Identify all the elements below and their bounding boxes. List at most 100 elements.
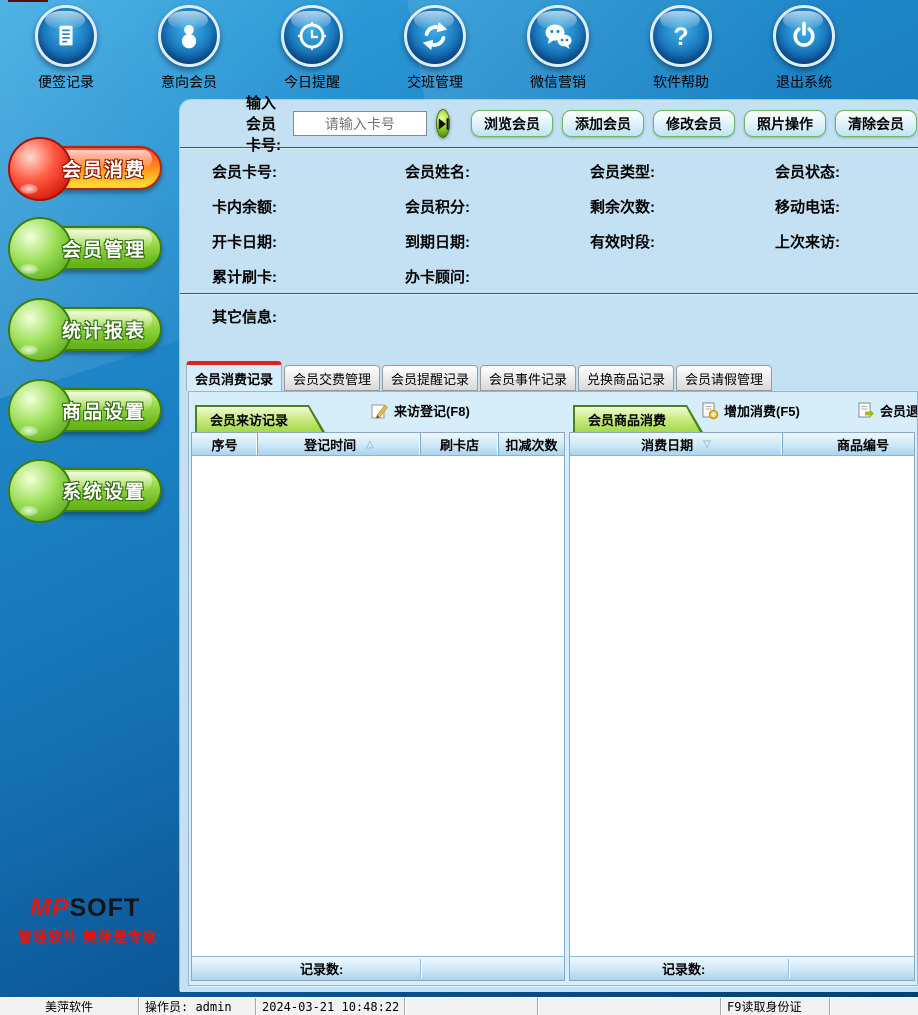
consume-table-body[interactable]: [570, 456, 914, 956]
logo-mp: MP: [30, 894, 70, 922]
column-swipe-store[interactable]: 刷卡店: [421, 433, 499, 455]
top-toolbar: 便签记录 意向会员 今日提醒 交班管理 微信营销 ? 软件帮助 退出系统: [10, 5, 860, 92]
wechat-icon: [527, 5, 589, 67]
toolbar-label: 软件帮助: [653, 72, 709, 92]
member-search-row: 输入会员卡号: 浏览会员 添加会员 修改会员 照片操作 清除会员: [180, 100, 918, 148]
record-count-label: 记录数:: [662, 959, 705, 978]
toolbar-item-prospect-members[interactable]: 意向会员: [133, 5, 245, 92]
status-bar: 美萍软件 操作员: admin 2024-03-21 10:48:22 F9读取…: [0, 997, 918, 1015]
tab-member-consume-records[interactable]: 会员消费记录: [186, 361, 282, 391]
visit-register-button[interactable]: 来访登记(F8): [371, 401, 470, 420]
field-open-date: 开卡日期:: [212, 231, 405, 252]
field-member-name: 会员姓名:: [405, 161, 590, 182]
footer-divider: [420, 959, 421, 978]
member-info-grid: 会员卡号: 会员姓名: 会员类型: 会员状态: 卡内余额: 会员积分: 剩余次数…: [212, 154, 918, 294]
status-read-id-hint: F9读取身份证: [721, 998, 830, 1015]
edit-member-button[interactable]: 修改会员: [653, 110, 735, 137]
visit-table-body[interactable]: [192, 456, 564, 956]
clear-member-button[interactable]: 清除会员: [835, 110, 917, 137]
member-return-label: 会员退货: [880, 401, 918, 420]
play-icon: [434, 115, 451, 132]
toolbar-item-wechat-marketing[interactable]: 微信营销: [502, 5, 614, 92]
visit-register-label: 来访登记(F8): [394, 401, 470, 420]
status-app-name: 美萍软件: [0, 998, 139, 1015]
column-consume-date[interactable]: 消费日期▽: [570, 433, 783, 455]
sidebar-item-label: 商品设置: [62, 397, 146, 424]
card-number-input[interactable]: [293, 111, 427, 136]
status-datetime: 2024-03-21 10:48:22: [256, 998, 405, 1015]
product-consume-tab-label: 会员商品消费: [575, 407, 700, 432]
sidebar-item-statistics-report[interactable]: 统计报表: [8, 300, 162, 358]
field-member-points: 会员积分:: [405, 196, 590, 217]
field-total-swipes: 累计刷卡:: [212, 266, 405, 287]
status-empty-cell: [405, 998, 538, 1015]
visit-records-panel: 序号 登记时间△ 刷卡店 扣减次数 记录数:: [191, 432, 565, 981]
record-count-label: 记录数:: [300, 959, 343, 978]
toolbar-label: 微信营销: [530, 72, 586, 92]
search-go-button[interactable]: [436, 109, 450, 138]
sidebar-item-member-management[interactable]: 会员管理: [8, 219, 162, 277]
shift-icon: [404, 5, 466, 67]
record-area: 会员来访记录 来访登记(F8) 序号 登记时间△ 刷卡店 扣减次数 记录数: 会…: [188, 391, 918, 986]
add-consume-button[interactable]: 增加消费(F5): [701, 401, 800, 420]
column-register-time[interactable]: 登记时间△: [258, 433, 421, 455]
section-divider: [180, 293, 918, 294]
field-member-type: 会员类型:: [590, 161, 775, 182]
sidebar-item-label: 统计报表: [62, 316, 146, 343]
record-tabbar: 会员消费记录 会员交费管理 会员提醒记录 会员事件记录 兑换商品记录 会员请假管…: [186, 362, 774, 391]
column-deduct-times[interactable]: 扣减次数: [499, 433, 564, 455]
toolbar-item-shift-management[interactable]: 交班管理: [379, 5, 491, 92]
status-empty-cell: [538, 998, 721, 1015]
main-panel: 输入会员卡号: 浏览会员 添加会员 修改会员 照片操作 清除会员 会员卡号: 会…: [180, 100, 918, 992]
pencil-icon: [371, 402, 389, 420]
consume-table-header: 消费日期▽ 商品编号: [570, 433, 914, 456]
return-document-icon: [857, 402, 875, 420]
sidebar-item-product-settings[interactable]: 商品设置: [8, 381, 162, 439]
field-last-visit: 上次来访:: [775, 231, 918, 252]
toolbar-item-exit-system[interactable]: 退出系统: [748, 5, 860, 92]
tab-member-leave-management[interactable]: 会员请假管理: [676, 365, 772, 391]
mpsoft-logo: MPSOFT: [30, 894, 140, 923]
consume-table-footer: 记录数:: [570, 956, 914, 980]
toolbar-item-today-reminder[interactable]: 今日提醒: [256, 5, 368, 92]
member-return-button[interactable]: 会员退货: [857, 401, 918, 420]
member-icon: [158, 5, 220, 67]
sidebar-item-system-settings[interactable]: 系统设置: [8, 461, 162, 519]
other-info-label: 其它信息:: [212, 306, 277, 327]
column-seq[interactable]: 序号: [192, 433, 258, 455]
sidebar-item-label: 系统设置: [62, 477, 146, 504]
field-member-status: 会员状态:: [775, 161, 918, 182]
tab-member-reminder-records[interactable]: 会员提醒记录: [382, 365, 478, 391]
field-card-balance: 卡内余额:: [212, 196, 405, 217]
toolbar-label: 退出系统: [776, 72, 832, 92]
browse-member-button[interactable]: 浏览会员: [471, 110, 553, 137]
tab-member-event-records[interactable]: 会员事件记录: [480, 365, 576, 391]
product-consume-tab[interactable]: 会员商品消费: [573, 405, 703, 432]
power-icon: [773, 5, 835, 67]
visit-table-header: 序号 登记时间△ 刷卡店 扣减次数: [192, 433, 564, 456]
tab-member-payment-management[interactable]: 会员交费管理: [284, 365, 380, 391]
svg-text:?: ?: [673, 23, 688, 51]
note-icon: [35, 5, 97, 67]
visit-records-tab[interactable]: 会员来访记录: [195, 405, 325, 432]
window-top-edge: [8, 0, 48, 2]
tab-exchange-product-records[interactable]: 兑换商品记录: [578, 365, 674, 391]
field-remaining-times: 剩余次数:: [590, 196, 775, 217]
column-product-code[interactable]: 商品编号: [783, 433, 915, 455]
toolbar-item-software-help[interactable]: ? 软件帮助: [625, 5, 737, 92]
toolbar-label: 意向会员: [161, 72, 217, 92]
add-consume-label: 增加消费(F5): [724, 401, 800, 420]
toolbar-label: 便签记录: [38, 72, 94, 92]
sidebar-item-label: 会员消费: [62, 155, 146, 182]
add-document-icon: [701, 402, 719, 420]
logo-soft: SOFT: [70, 894, 141, 922]
logo-slogan: 管理软件 美萍是专家: [18, 927, 158, 947]
sidebar-item-member-consume[interactable]: 会员消费: [8, 139, 162, 197]
field-card-consultant: 办卡顾问:: [405, 266, 590, 287]
field-mobile-phone: 移动电话:: [775, 196, 918, 217]
add-member-button[interactable]: 添加会员: [562, 110, 644, 137]
sidebar-item-label: 会员管理: [62, 235, 146, 262]
field-card-number: 会员卡号:: [212, 161, 405, 182]
toolbar-item-notes[interactable]: 便签记录: [10, 5, 122, 92]
photo-operation-button[interactable]: 照片操作: [744, 110, 826, 137]
